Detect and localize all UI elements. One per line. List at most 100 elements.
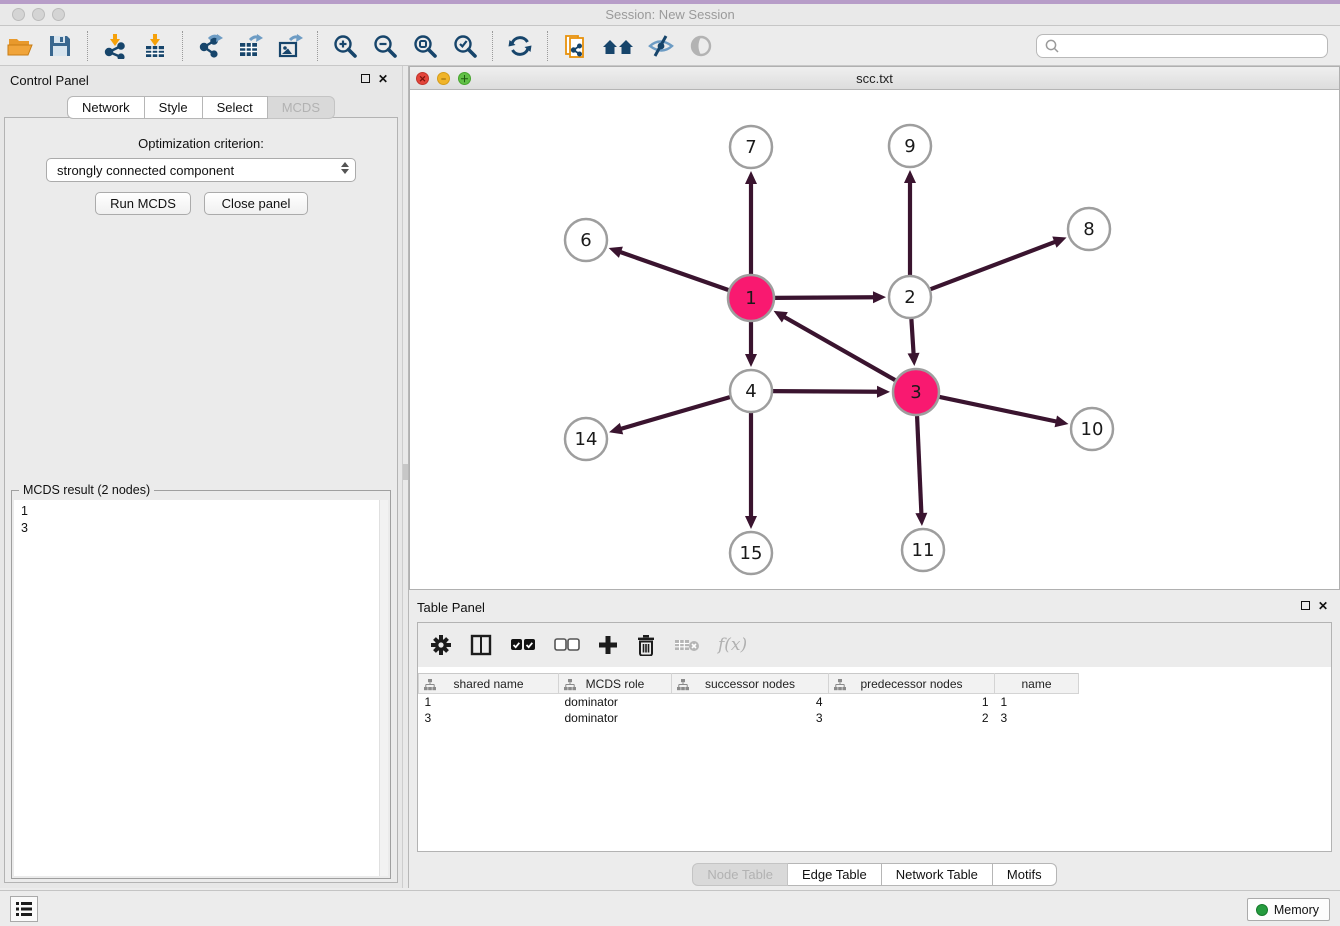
table-panel-float-icon[interactable] [1301,600,1310,612]
splitter-grip [403,464,408,480]
table-toolbar: f(x) [418,623,1331,667]
table-row[interactable]: 1dominator411 [419,694,1079,710]
unselect-all-columns-button[interactable] [554,632,580,658]
zoom-in-icon [332,33,358,59]
delete-column-button[interactable] [636,632,656,658]
zoom-fit-button[interactable] [410,31,440,61]
column-header-name[interactable]: name [995,674,1079,694]
graph-edge-arrowhead [1055,416,1069,428]
column-header-label: MCDS role [586,677,645,691]
delete-table-button[interactable] [674,632,700,658]
memory-button[interactable]: Memory [1247,898,1330,921]
control-panel-title: Control Panel [10,73,89,88]
home-view-button[interactable] [600,31,636,61]
cp-tab-style[interactable]: Style [145,96,203,119]
result-scrollbar[interactable] [379,500,388,876]
cell-successor-nodes[interactable]: 3 [672,710,829,726]
titlebar-accent [0,0,1340,4]
show-task-history-button[interactable] [10,896,38,922]
network-window-titlebar[interactable]: ✕ − ＋ scc.txt [410,67,1339,90]
graph-edge-3-11[interactable] [917,416,921,516]
export-network-icon [197,33,223,59]
function-builder-button[interactable]: f(x) [718,632,747,658]
cell-shared-name[interactable]: 1 [419,694,559,710]
graph-edge-arrowhead [745,516,757,529]
refresh-button[interactable] [505,31,535,61]
table-settings-button[interactable] [430,632,452,658]
control-panel-float-icon[interactable] [361,73,370,85]
zoom-selected-button[interactable] [450,31,480,61]
graph-edge-1-6[interactable] [618,251,728,290]
mcds-result-text[interactable]: 13 [14,500,379,876]
toggle-column-view-button[interactable] [470,632,492,658]
search-input[interactable] [1061,36,1327,56]
cell-shared-name[interactable]: 3 [419,710,559,726]
column-header-shared-name[interactable]: shared name [419,674,559,694]
open-session-button[interactable] [5,31,35,61]
cell-MCDS-role[interactable]: dominator [559,710,672,726]
export-table-button[interactable] [235,31,265,61]
houses-icon [601,33,635,59]
table-panel-title: Table Panel [417,600,485,615]
criterion-select[interactable]: strongly connected component [46,158,356,182]
cell-name[interactable]: 3 [995,710,1079,726]
graph-edge-3-1[interactable] [782,316,895,380]
graph-edge-arrowhead [877,386,890,398]
graph-edge-3-10[interactable] [939,397,1058,422]
cell-predecessor-nodes[interactable]: 1 [829,694,995,710]
graph-edge-2-3[interactable] [911,319,913,356]
column-header-successor-nodes[interactable]: successor nodes [672,674,829,694]
import-network-button[interactable] [100,31,130,61]
control-panel-close-icon[interactable]: ✕ [378,73,388,85]
run-mcds-button[interactable]: Run MCDS [95,192,191,215]
import-network-icon [102,33,128,59]
column-header-predecessor-nodes[interactable]: predecessor nodes [829,674,995,694]
cp-tab-mcds[interactable]: MCDS [268,96,335,119]
graph-edge-arrowhead [609,247,623,258]
graph-edge-1-2[interactable] [775,297,876,298]
graph-node-label: 9 [904,136,915,157]
cell-successor-nodes[interactable]: 4 [672,694,829,710]
graph-node-label: 4 [745,381,756,402]
select-spinner-icon [341,162,349,174]
clone-network-icon [562,33,588,59]
trash-icon [636,634,656,656]
checked-boxes-icon [510,638,536,652]
table-row[interactable]: 3dominator323 [419,710,1079,726]
tp-tab-motifs[interactable]: Motifs [993,863,1057,886]
graph-edge-2-8[interactable] [931,241,1058,289]
panel-splitter[interactable] [402,66,409,888]
tp-tab-network-table[interactable]: Network Table [882,863,993,886]
zoom-out-button[interactable] [370,31,400,61]
cp-tab-select[interactable]: Select [203,96,268,119]
hide-elements-button[interactable] [646,31,676,61]
import-table-button[interactable] [140,31,170,61]
cell-name[interactable]: 1 [995,694,1079,710]
cell-MCDS-role[interactable]: dominator [559,694,672,710]
function-icon: f(x) [718,635,747,655]
table-panel-close-icon[interactable]: ✕ [1318,600,1328,612]
cp-tab-network[interactable]: Network [67,96,145,119]
cell-predecessor-nodes[interactable]: 2 [829,710,995,726]
network-canvas[interactable]: 7968124314101511 [410,90,1339,589]
graph-edge-4-3[interactable] [773,391,880,392]
main-toolbar [0,27,1340,66]
column-header-label: shared name [453,677,523,691]
zoom-in-button[interactable] [330,31,360,61]
select-all-columns-button[interactable] [510,632,536,658]
delete-table-icon [674,637,700,653]
graph-edge-arrowhead [745,354,757,367]
column-header-label: successor nodes [705,677,795,691]
clone-network-button[interactable] [560,31,590,61]
close-panel-button[interactable]: Close panel [204,192,308,215]
create-column-button[interactable] [598,632,618,658]
window-title: Session: New Session [0,7,1340,22]
tp-tab-node-table[interactable]: Node Table [692,863,788,886]
export-image-button[interactable] [275,31,305,61]
column-header-MCDS-role[interactable]: MCDS role [559,674,672,694]
show-elements-button[interactable] [686,31,716,61]
save-session-button[interactable] [45,31,75,61]
export-network-button[interactable] [195,31,225,61]
graph-edge-4-14[interactable] [619,397,730,429]
tp-tab-edge-table[interactable]: Edge Table [788,863,882,886]
